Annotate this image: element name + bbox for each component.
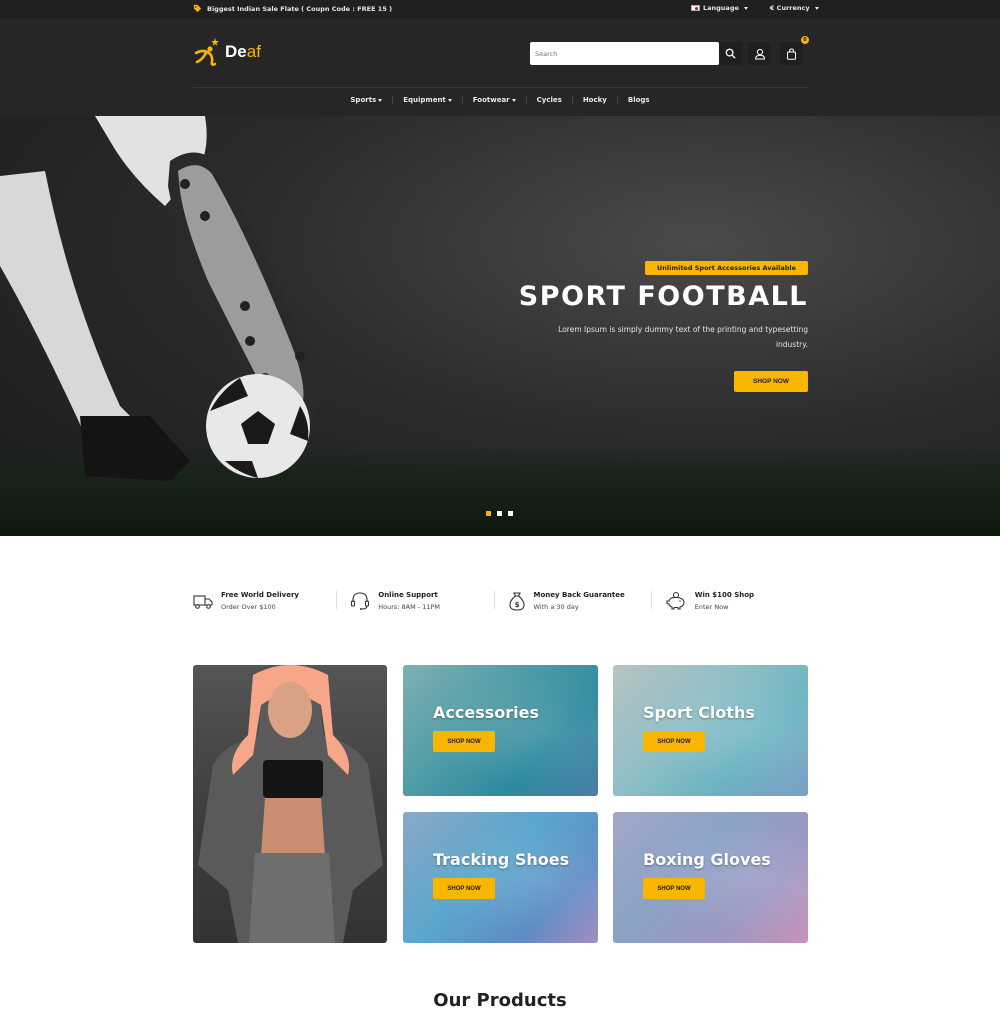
feature-subtitle: Order Over $100	[221, 603, 276, 611]
cart-count-badge: 0	[801, 36, 809, 44]
chevron-down-icon	[814, 6, 819, 10]
category-card-sport-cloths[interactable]: Sport Cloths SHOP NOW	[613, 665, 808, 796]
search-input[interactable]	[530, 42, 719, 65]
feature-item: $ Money Back Guarantee With a 30 day	[493, 588, 651, 614]
shop-now-button[interactable]: SHOP NOW	[433, 878, 495, 899]
main-nav: Sports Equipment Footwear Cycles Hocky B…	[0, 96, 1000, 104]
nav-item-hocky[interactable]: Hocky	[573, 96, 617, 104]
promo-text: Biggest Indian Sale Flate ( Coupn Code :…	[207, 4, 393, 13]
slider-dot-2[interactable]	[497, 511, 502, 516]
feature-item: Online Support Hours: 8AM - 11PM	[336, 588, 493, 614]
logo[interactable]: Deaf	[193, 36, 261, 68]
slider-dots	[486, 511, 513, 516]
account-button[interactable]	[748, 42, 771, 65]
category-card-boxing-gloves[interactable]: Boxing Gloves SHOP NOW	[613, 812, 808, 943]
currency-dropdown[interactable]: € Currency	[770, 4, 819, 12]
logo-text: Deaf	[225, 42, 261, 61]
category-card-accessories[interactable]: Accessories SHOP NOW	[403, 665, 598, 796]
search-icon	[725, 48, 736, 59]
feature-subtitle: Hours: 8AM - 11PM	[378, 603, 441, 611]
runner-logo-icon	[194, 38, 219, 66]
currency-label: € Currency	[769, 4, 810, 12]
category-title: Boxing Gloves	[643, 850, 771, 869]
shop-now-button[interactable]: SHOP NOW	[643, 731, 705, 752]
hero-title: SPORT FOOTBALL	[518, 281, 808, 312]
feature-title: Free World Delivery	[221, 591, 299, 599]
slider-dot-3[interactable]	[508, 511, 513, 516]
header-divider	[193, 87, 808, 88]
nav-item-blogs[interactable]: Blogs	[618, 96, 660, 104]
chevron-down-icon	[511, 98, 516, 102]
fitness-woman-image	[198, 665, 383, 943]
chevron-down-icon	[378, 98, 383, 102]
shopping-bag-icon	[787, 47, 796, 60]
top-bar: Biggest Indian Sale Flate ( Coupn Code :…	[0, 0, 1000, 19]
truck-icon	[193, 595, 213, 609]
nav-item-footwear[interactable]: Footwear	[463, 96, 526, 104]
tag-icon	[193, 4, 202, 13]
feature-title: Money Back Guarantee	[533, 591, 625, 599]
fitness-model-banner[interactable]	[193, 665, 387, 943]
money-bag-icon: $	[508, 592, 525, 611]
search-button[interactable]	[719, 42, 742, 65]
section-title: Our Products	[433, 990, 567, 1011]
flag-icon	[691, 5, 700, 11]
feature-subtitle: With a 30 day	[533, 603, 579, 611]
feature-item: Free World Delivery Order Over $100	[193, 588, 336, 614]
piggy-bank-icon	[666, 591, 685, 610]
hero-shop-now-button[interactable]: SHOP NOW	[734, 371, 808, 392]
feature-title: Online Support	[378, 591, 438, 599]
nav-item-cycles[interactable]: Cycles	[527, 96, 572, 104]
shop-now-button[interactable]: SHOP NOW	[643, 878, 705, 899]
features-bar: Free World Delivery Order Over $100 Onlin…	[193, 588, 808, 614]
category-title: Sport Cloths	[643, 703, 755, 722]
language-label: Language	[703, 4, 739, 12]
cart-button[interactable]	[780, 42, 803, 65]
hero-slider: Unlimited Sport Accessories Available SP…	[0, 116, 1000, 536]
feature-title: Win $100 Shop	[694, 591, 755, 599]
chevron-down-icon	[447, 98, 452, 102]
promo-banner: Biggest Indian Sale Flate ( Coupn Code :…	[193, 4, 392, 13]
shop-now-button[interactable]: SHOP NOW	[433, 731, 495, 752]
nav-item-sports[interactable]: Sports	[340, 96, 392, 104]
user-icon	[754, 48, 765, 59]
category-title: Accessories	[433, 703, 539, 722]
headset-icon	[351, 592, 370, 610]
slider-dot-1[interactable]	[486, 511, 491, 516]
hero-description: Lorem Ipsum is simply dummy text of the …	[558, 325, 808, 349]
feature-subtitle: Enter Now	[694, 603, 729, 611]
feature-item: Win $100 Shop Enter Now	[650, 588, 808, 614]
category-title: Tracking Shoes	[433, 850, 570, 869]
svg-text:$: $	[514, 601, 519, 609]
chevron-down-icon	[743, 6, 748, 10]
language-dropdown[interactable]: Language	[691, 4, 748, 12]
nav-item-equipment[interactable]: Equipment	[393, 96, 462, 104]
hero-badge: Unlimited Sport Accessories Available	[644, 261, 808, 275]
football-player-image	[0, 116, 318, 481]
category-card-tracking-shoes[interactable]: Tracking Shoes SHOP NOW	[403, 812, 598, 943]
